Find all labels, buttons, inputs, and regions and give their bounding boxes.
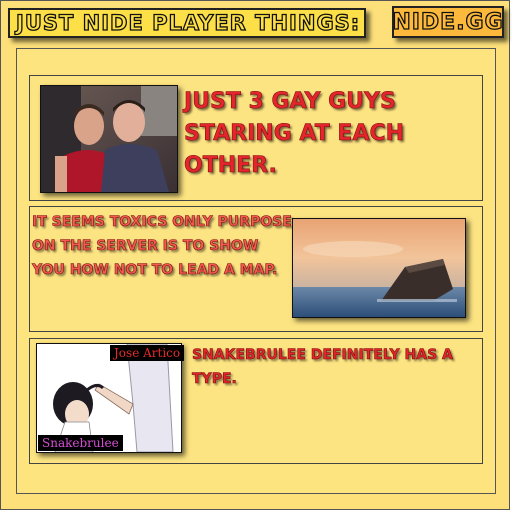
brand-label: NIDE.GG <box>392 9 504 35</box>
jose-artico-label: Jose Artico <box>110 345 185 361</box>
two-men-photo <box>40 85 178 193</box>
snakebrulee-label: Snakebrulee <box>38 435 123 451</box>
panel-1-caption: JUST 3 GAY GUYS STARING AT EACH OTHER. <box>184 89 405 179</box>
sinking-ship-photo <box>292 218 466 318</box>
page-title: JUST NIDE PLAYER THINGS: <box>15 10 361 35</box>
panel-3-caption: SNAKEBRULEE DEFINITELY HAS A TYPE. <box>192 347 453 388</box>
title-banner: JUST NIDE PLAYER THINGS: <box>8 8 366 38</box>
sinking-ship-art <box>293 219 465 317</box>
brand-banner[interactable]: NIDE.GG <box>392 6 504 38</box>
panel-2-caption: IT SEEMS TOXICS ONLY PURPOSE ON THE SERV… <box>32 214 292 279</box>
two-men-photo-art <box>41 86 177 192</box>
